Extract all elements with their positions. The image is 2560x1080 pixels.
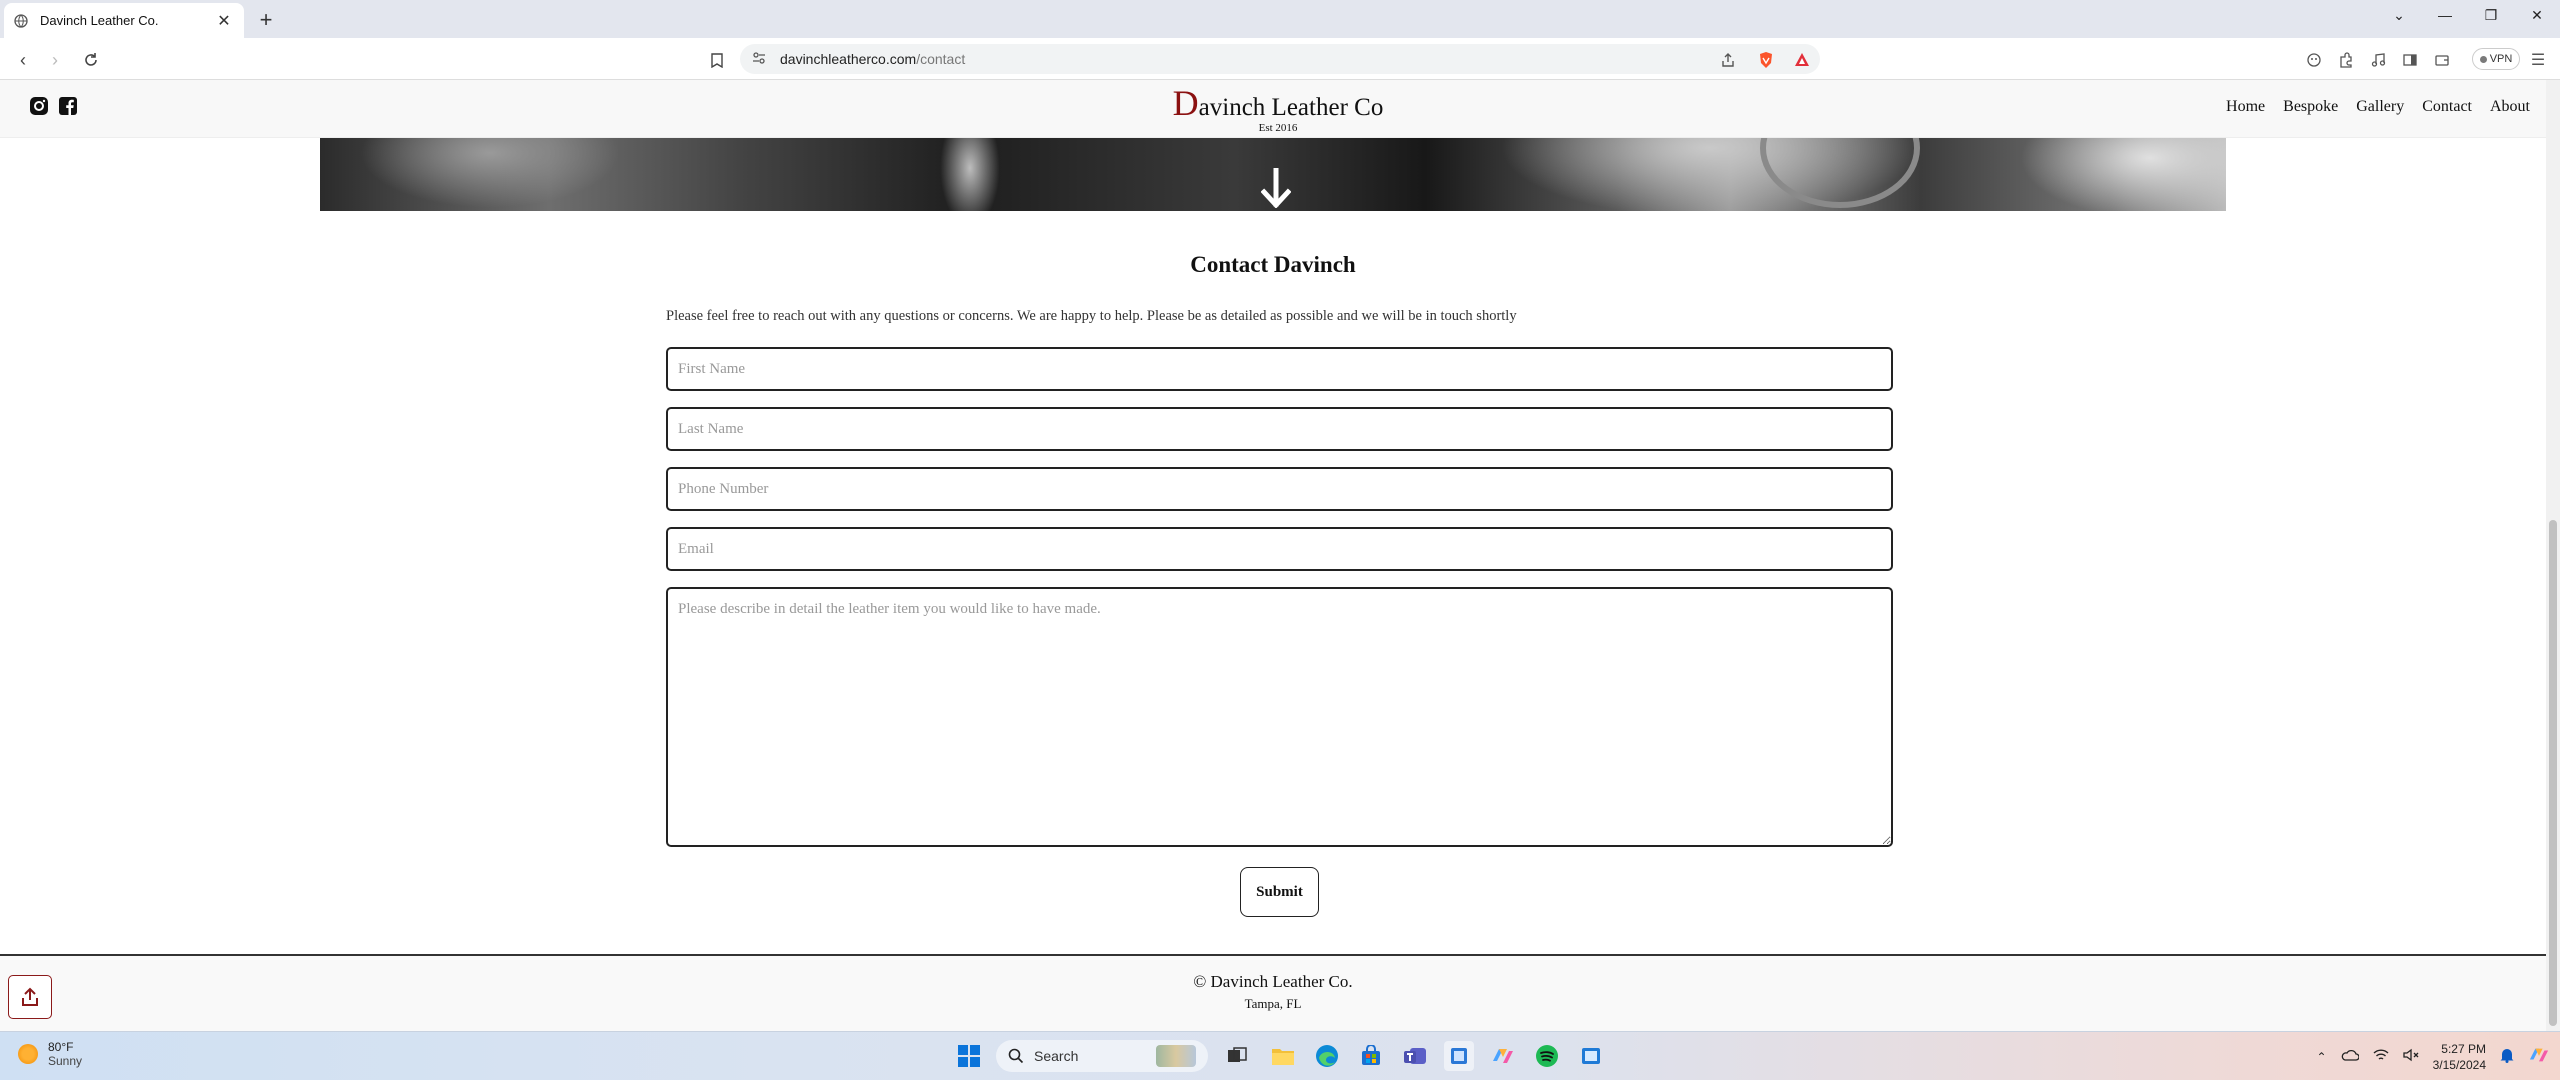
first-name-field[interactable] bbox=[666, 347, 1893, 391]
weather-condition: Sunny bbox=[48, 1054, 83, 1068]
facebook-icon[interactable] bbox=[57, 95, 79, 117]
brave-rewards-icon[interactable] bbox=[1790, 48, 1814, 72]
submit-button[interactable]: Submit bbox=[1240, 867, 1319, 917]
site-header: Davinch Leather Co Est 2016 Home Bespoke… bbox=[0, 80, 2546, 138]
bookmark-icon[interactable] bbox=[704, 47, 730, 73]
logo-wordmark: Davinch Leather Co bbox=[1172, 83, 1384, 123]
nav-contact[interactable]: Contact bbox=[2422, 98, 2472, 116]
description-textarea[interactable] bbox=[666, 587, 1893, 847]
hero-banner-image bbox=[320, 138, 2226, 211]
onedrive-icon[interactable] bbox=[2341, 1049, 2360, 1064]
leo-ai-icon[interactable] bbox=[2302, 48, 2326, 72]
page-scrollbar[interactable] bbox=[2546, 80, 2560, 1031]
last-name-field[interactable] bbox=[666, 407, 1893, 451]
start-button[interactable] bbox=[954, 1041, 984, 1071]
edge-browser-icon[interactable] bbox=[1312, 1041, 1342, 1071]
new-tab-button[interactable]: + bbox=[254, 7, 278, 32]
email-field[interactable] bbox=[666, 527, 1893, 571]
brave-shield-icon[interactable] bbox=[1754, 48, 1778, 72]
search-label: Search bbox=[1034, 1048, 1079, 1064]
page-title: Contact Davinch bbox=[1190, 252, 1356, 277]
teams-icon[interactable] bbox=[1400, 1041, 1430, 1071]
share-icon[interactable] bbox=[1716, 48, 1740, 72]
close-window-button[interactable]: ✕ bbox=[2514, 0, 2560, 30]
tab-title: Davinch Leather Co. bbox=[40, 13, 159, 28]
task-view-icon[interactable] bbox=[1222, 1041, 1252, 1071]
contact-intro-text: Please feel free to reach out with any q… bbox=[666, 308, 1517, 324]
footer-location: Tampa, FL bbox=[1244, 996, 1302, 1011]
sidebar-icon[interactable] bbox=[2398, 48, 2422, 72]
browser-tab-bar: Davinch Leather Co. ✕ + ⌄ — ❐ ✕ bbox=[0, 0, 2560, 38]
url-text: davinchleatherco.com/contact bbox=[780, 51, 966, 67]
close-tab-icon[interactable]: ✕ bbox=[214, 11, 234, 31]
windows-taskbar: 80°F Sunny Search ⌃ 5:27 PM 3/15/2024 bbox=[0, 1031, 2560, 1080]
upload-share-icon bbox=[22, 987, 38, 1006]
forward-button[interactable]: › bbox=[42, 47, 68, 73]
site-footer: © Davinch Leather Co. Tampa, FL bbox=[0, 956, 2546, 1031]
taskbar-search[interactable]: Search bbox=[996, 1040, 1208, 1072]
clock-date: 3/15/2024 bbox=[2432, 1057, 2486, 1072]
nav-home[interactable]: Home bbox=[2226, 98, 2265, 116]
chevron-up-icon[interactable]: ⌃ bbox=[2317, 1050, 2327, 1064]
vpn-status-dot bbox=[2479, 55, 2487, 63]
browser-toolbar: ‹ › davinchleatherco.com/contact VPN ☰ bbox=[0, 38, 2560, 80]
taskbar-clock[interactable]: 5:27 PM 3/15/2024 bbox=[2433, 1041, 2486, 1073]
spotify-icon[interactable] bbox=[1532, 1041, 1562, 1071]
file-explorer-icon[interactable] bbox=[1268, 1041, 1298, 1071]
clock-time: 5:27 PM bbox=[2441, 1041, 2486, 1056]
system-tray: ⌃ 5:27 PM 3/15/2024 bbox=[2317, 1032, 2550, 1080]
restore-button[interactable]: ❐ bbox=[2468, 0, 2514, 30]
share-button[interactable] bbox=[8, 975, 52, 1019]
phone-number-field[interactable] bbox=[666, 467, 1893, 511]
weather-widget[interactable]: 80°F Sunny bbox=[18, 1040, 82, 1068]
wallet-icon[interactable] bbox=[2430, 48, 2454, 72]
nav-bespoke[interactable]: Bespoke bbox=[2283, 98, 2338, 116]
back-button[interactable]: ‹ bbox=[10, 47, 36, 73]
app-window-icon[interactable] bbox=[1576, 1041, 1606, 1071]
nav-gallery[interactable]: Gallery bbox=[2356, 98, 2404, 116]
site-info-icon[interactable] bbox=[752, 51, 766, 68]
address-bar[interactable]: davinchleatherco.com/contact bbox=[740, 44, 1820, 74]
tab-search-chevron-icon[interactable]: ⌄ bbox=[2376, 0, 2422, 30]
windows-logo-icon bbox=[958, 1045, 980, 1067]
instagram-icon[interactable] bbox=[28, 95, 50, 117]
site-logo[interactable]: Davinch Leather Co Est 2016 bbox=[1173, 82, 1384, 134]
globe-icon bbox=[14, 13, 30, 29]
menu-icon[interactable]: ☰ bbox=[2526, 48, 2550, 72]
browser-tab[interactable]: Davinch Leather Co. ✕ bbox=[4, 3, 244, 38]
wifi-icon[interactable] bbox=[2373, 1048, 2389, 1065]
minimize-button[interactable]: — bbox=[2422, 0, 2468, 30]
scroll-down-arrow-icon[interactable] bbox=[1261, 168, 1291, 208]
media-playlist-icon[interactable] bbox=[2366, 48, 2390, 72]
vpn-label: VPN bbox=[2489, 53, 2513, 65]
brave-taskbar-icon[interactable] bbox=[1444, 1041, 1474, 1071]
search-icon bbox=[1008, 1048, 1024, 1064]
notification-bell-icon[interactable] bbox=[2500, 1047, 2514, 1066]
extensions-icon[interactable] bbox=[2334, 48, 2358, 72]
nav-about[interactable]: About bbox=[2490, 98, 2530, 116]
footer-copyright: © Davinch Leather Co. bbox=[1193, 972, 1353, 991]
vpn-button[interactable]: VPN bbox=[2472, 48, 2520, 70]
volume-muted-icon[interactable] bbox=[2402, 1048, 2419, 1065]
weather-temp: 80°F bbox=[48, 1040, 74, 1054]
copilot-tray-icon[interactable] bbox=[2528, 1045, 2550, 1068]
sun-icon bbox=[18, 1044, 38, 1064]
microsoft-store-icon[interactable] bbox=[1356, 1041, 1386, 1071]
reload-button[interactable] bbox=[78, 47, 104, 73]
search-highlight-icon bbox=[1156, 1045, 1196, 1067]
main-nav: Home Bespoke Gallery Contact About bbox=[2226, 98, 2530, 116]
copilot-icon[interactable] bbox=[1488, 1041, 1518, 1071]
web-page: Davinch Leather Co Est 2016 Home Bespoke… bbox=[0, 80, 2546, 1031]
scrollbar-thumb[interactable] bbox=[2549, 520, 2557, 1026]
